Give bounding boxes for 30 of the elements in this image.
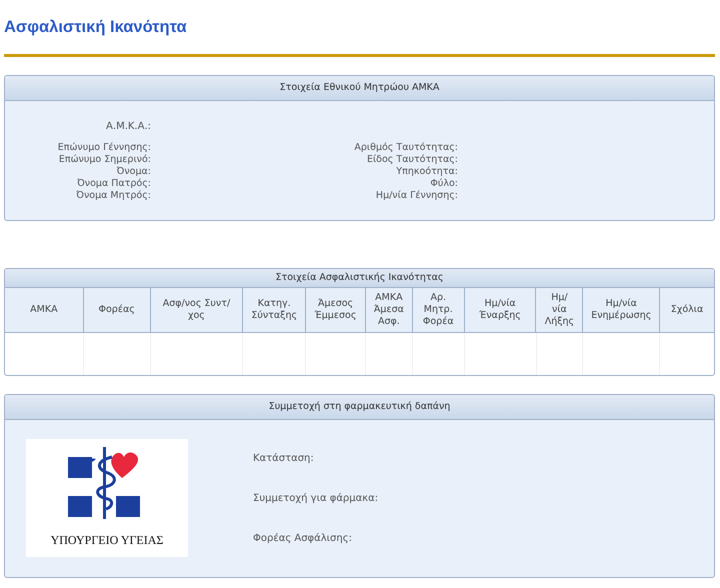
field-label: Όνομα Μητρός: — [76, 190, 151, 202]
column-header: Σχόλια — [660, 288, 714, 332]
column-header: Ημ/νία Έναρξης — [464, 288, 536, 332]
field-label: Α.Μ.Κ.Α.: — [106, 121, 151, 132]
column-header: Αρ. Μητρ. Φορέα — [412, 288, 465, 332]
column-header: Ασφ/νος Συντ/ χος — [150, 288, 244, 332]
logo-text: ΥΠΟΥΡΓΕΙΟ ΥΓΕΙΑΣ — [50, 533, 164, 548]
field-label: Επώνυμο Σημερινό: — [58, 154, 151, 166]
column-header: ΑΜΚΑ — [5, 288, 84, 332]
field-label: Όνομα: — [116, 166, 151, 178]
field-label: Είδος Ταυτότητας: — [366, 154, 458, 166]
field-label: Φορέας Ασφάλισης: — [253, 533, 353, 544]
column-header: Άμεσος Έμμεσος — [306, 288, 366, 332]
field-label: Φύλο: — [430, 178, 458, 190]
column-header: ΑΜΚΑ Άμεσα Ασφ. — [366, 288, 413, 332]
column-header: Φορέας — [84, 288, 151, 332]
field-label: Συμμετοχή για φάρμακα: — [253, 493, 378, 504]
panel-header: Στοιχεία Εθνικού Μητρώου ΑΜΚΑ — [5, 76, 714, 101]
table-header: Στοιχεία Ασφαλιστικής Ικανότητας — [5, 269, 714, 288]
column-header: Ημ/νία Ενημέρωσης — [583, 288, 660, 332]
field-label: Αριθμός Ταυτότητας: — [354, 142, 458, 154]
field-label: Υπηκοότητα: — [396, 166, 458, 178]
field-label: Επώνυμο Γέννησης: — [58, 142, 151, 154]
field-label: Κατάσταση: — [253, 453, 315, 464]
page-title: Ασφαλιστική Ικανότητα — [4, 17, 188, 38]
field-label: Όνομα Πατρός: — [77, 178, 151, 190]
column-header: Ημ/ νία Λήξης — [536, 288, 584, 332]
column-header: Κατηγ. Σύνταξης — [243, 288, 306, 332]
field-label: Ημ/νία Γέννησης: — [376, 190, 458, 202]
panel-header: Συμμετοχή στη φαρμακευτική δαπάνη — [5, 395, 714, 420]
